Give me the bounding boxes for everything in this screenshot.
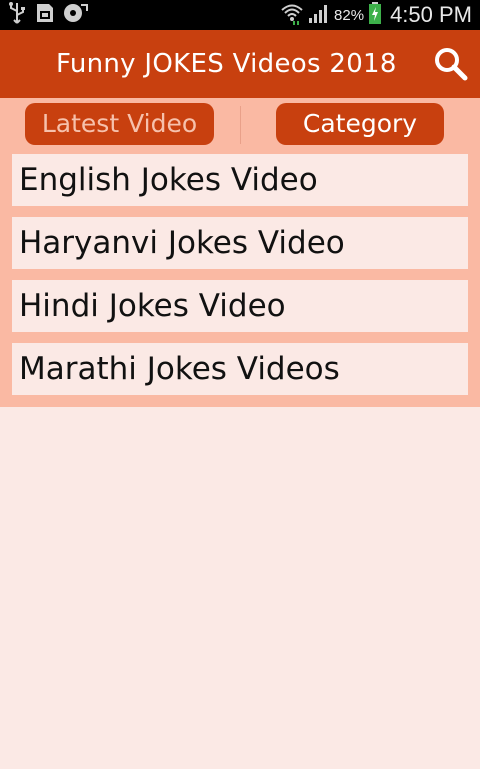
- signal-icon: [308, 2, 330, 28]
- sd-card-icon: [34, 1, 56, 29]
- wifi-icon: [280, 1, 304, 29]
- status-system-icons: 82% 4:50 PM: [280, 0, 472, 30]
- status-notification-icons: [6, 1, 88, 29]
- battery-icon: [368, 1, 382, 29]
- usb-icon: [6, 1, 28, 29]
- status-time: 4:50 PM: [390, 2, 472, 27]
- app-title: Funny JOKES Videos 2018: [56, 49, 397, 79]
- tab-latest-video[interactable]: Latest Video: [25, 103, 214, 145]
- tab-panel: Latest Video Category English Jokes Vide…: [0, 98, 480, 407]
- list-item-english[interactable]: English Jokes Video: [12, 154, 468, 206]
- status-bar: 82% 4:50 PM: [0, 0, 480, 30]
- list-item-haryanvi[interactable]: Haryanvi Jokes Video: [12, 217, 468, 269]
- empty-content-area: [0, 407, 480, 769]
- search-icon: [432, 48, 470, 87]
- search-button[interactable]: [432, 45, 470, 83]
- tab-category[interactable]: Category: [276, 103, 444, 145]
- list-item-hindi[interactable]: Hindi Jokes Video: [12, 280, 468, 332]
- battery-percent: 82%: [334, 6, 365, 24]
- list-item-marathi[interactable]: Marathi Jokes Videos: [12, 343, 468, 395]
- app-toolbar: Funny JOKES Videos 2018: [0, 30, 480, 98]
- sync-icon: [62, 1, 88, 29]
- tab-divider: [240, 106, 241, 144]
